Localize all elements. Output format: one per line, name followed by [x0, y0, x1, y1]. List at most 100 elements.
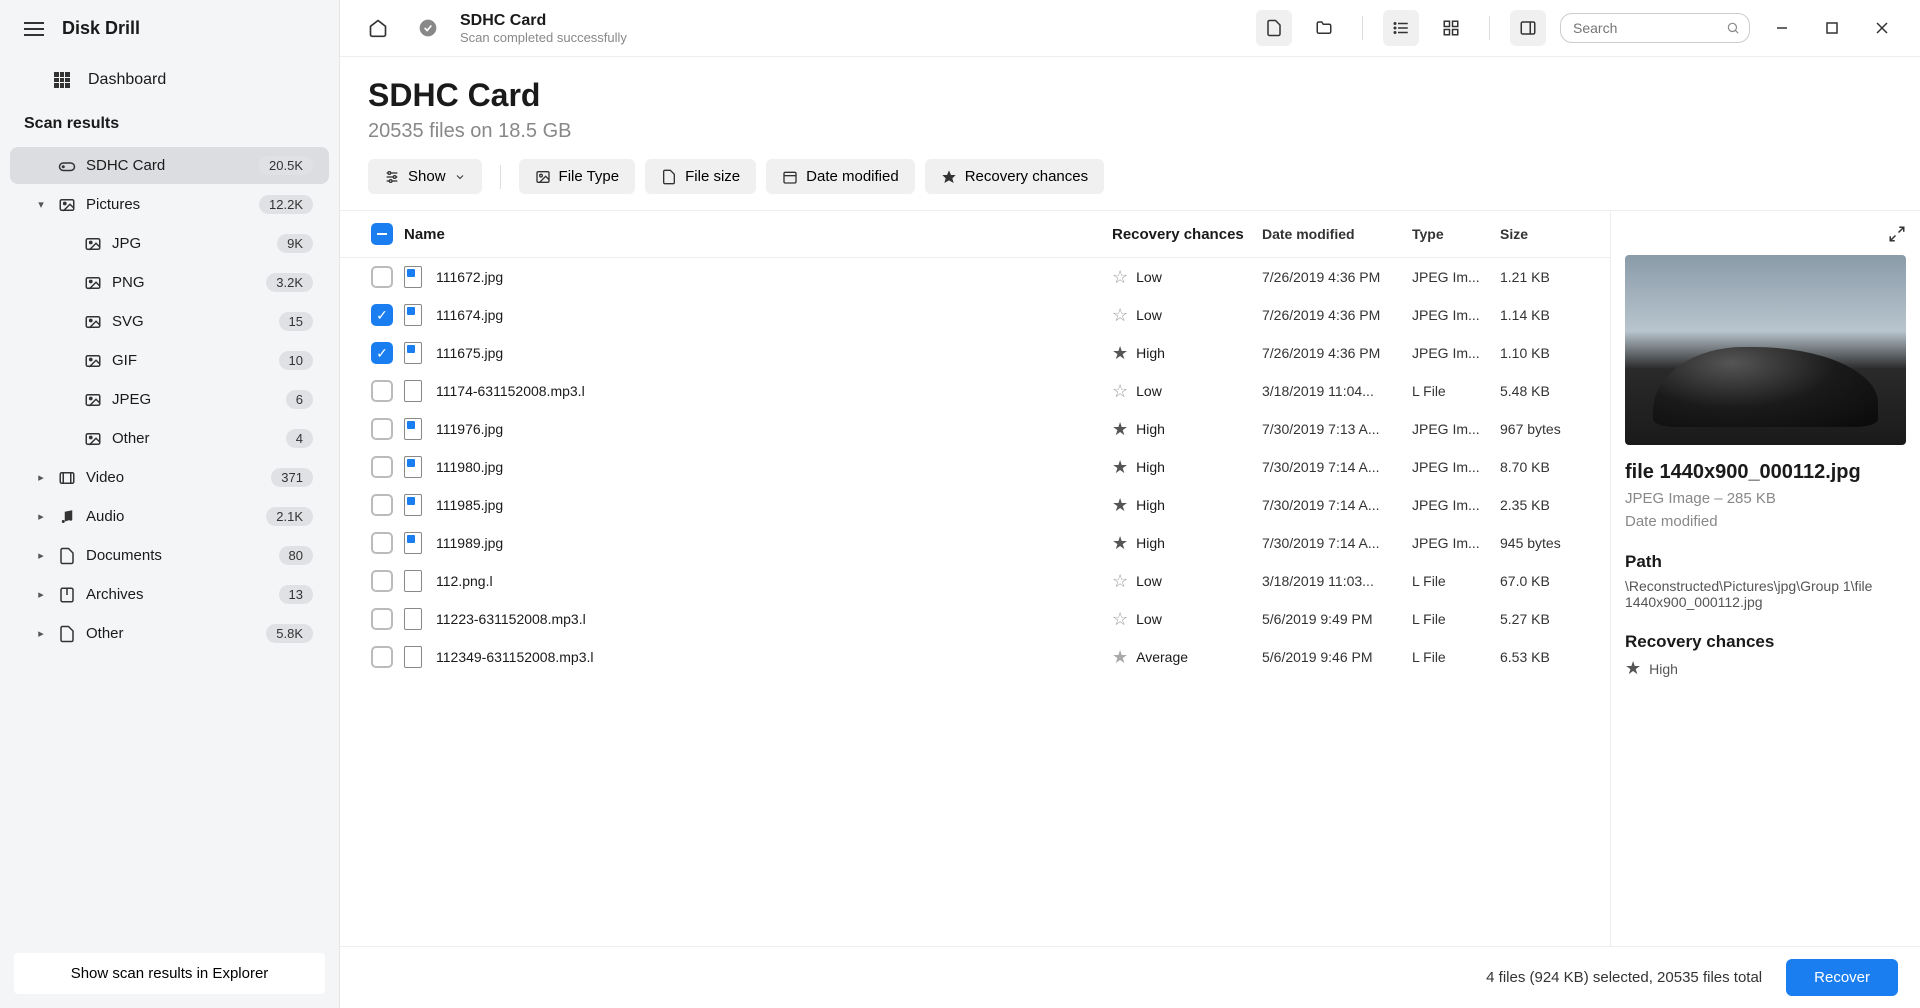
- folder-icon: [1315, 19, 1333, 37]
- sidebar-item-archives[interactable]: ▸Archives13: [10, 576, 329, 613]
- topbar-info: SDHC Card Scan completed successfully: [460, 12, 1242, 45]
- close-button[interactable]: [1864, 10, 1900, 46]
- recovery-text: Low: [1136, 611, 1162, 627]
- tree-label: Other: [112, 430, 276, 447]
- table-row[interactable]: 11174-631152008.mp3.l ☆Low 3/18/2019 11:…: [340, 372, 1610, 410]
- file-size: 1.21 KB: [1500, 269, 1590, 285]
- home-button[interactable]: [360, 10, 396, 46]
- view-folder-button[interactable]: [1306, 10, 1342, 46]
- file-type-filter-button[interactable]: File Type: [519, 159, 636, 194]
- sidebar-item-png[interactable]: PNG3.2K: [10, 264, 329, 301]
- panel-view-button[interactable]: [1510, 10, 1546, 46]
- row-checkbox[interactable]: [371, 608, 393, 630]
- row-checkbox[interactable]: ✓: [371, 304, 393, 326]
- row-checkbox[interactable]: [371, 646, 393, 668]
- minimize-button[interactable]: [1764, 10, 1800, 46]
- tree-label: Video: [86, 469, 261, 486]
- list-view-button[interactable]: [1383, 10, 1419, 46]
- sidebar-item-other[interactable]: ▸Other5.8K: [10, 615, 329, 652]
- file-type-icon: [404, 380, 422, 402]
- row-checkbox[interactable]: [371, 418, 393, 440]
- chevron-icon: ▸: [34, 510, 48, 523]
- menu-icon[interactable]: [24, 22, 44, 36]
- column-type[interactable]: Type: [1412, 226, 1500, 242]
- sidebar-item-audio[interactable]: ▸Audio2.1K: [10, 498, 329, 535]
- file-name: 11223-631152008.mp3.l: [436, 611, 586, 627]
- grid-view-button[interactable]: [1433, 10, 1469, 46]
- table-row[interactable]: 111980.jpg ★High 7/30/2019 7:14 A... JPE…: [340, 448, 1610, 486]
- file-date: 3/18/2019 11:03...: [1262, 573, 1412, 589]
- file-date: 5/6/2019 9:49 PM: [1262, 611, 1412, 627]
- list-icon: [1392, 19, 1410, 37]
- table-row[interactable]: 111989.jpg ★High 7/30/2019 7:14 A... JPE…: [340, 524, 1610, 562]
- file-size: 1.14 KB: [1500, 307, 1590, 323]
- file-date: 7/30/2019 7:14 A...: [1262, 497, 1412, 513]
- sidebar-item-gif[interactable]: GIF10: [10, 342, 329, 379]
- file-size: 945 bytes: [1500, 535, 1590, 551]
- row-checkbox[interactable]: [371, 532, 393, 554]
- file-size-filter-button[interactable]: File size: [645, 159, 756, 194]
- count-badge: 371: [271, 468, 313, 487]
- file-type-icon: [404, 646, 422, 668]
- file-type: JPEG Im...: [1412, 307, 1500, 323]
- row-checkbox[interactable]: [371, 570, 393, 592]
- file-type: L File: [1412, 649, 1500, 665]
- date-filter-button[interactable]: Date modified: [766, 159, 915, 194]
- recovery-filter-button[interactable]: Recovery chances: [925, 159, 1104, 194]
- recover-button[interactable]: Recover: [1786, 959, 1898, 996]
- tree-label: Archives: [86, 586, 269, 603]
- search-input[interactable]: [1560, 13, 1750, 43]
- page-title: SDHC Card: [368, 77, 1892, 114]
- table-row[interactable]: 111672.jpg ☆Low 7/26/2019 4:36 PM JPEG I…: [340, 258, 1610, 296]
- search-icon: [1726, 21, 1740, 35]
- select-all-checkbox[interactable]: [371, 223, 393, 245]
- count-badge: 3.2K: [266, 273, 313, 292]
- column-size[interactable]: Size: [1500, 226, 1590, 242]
- sidebar-item-video[interactable]: ▸Video371: [10, 459, 329, 496]
- file-size: 5.27 KB: [1500, 611, 1590, 627]
- column-date[interactable]: Date modified: [1262, 226, 1412, 242]
- maximize-button[interactable]: [1814, 10, 1850, 46]
- file-type-icon: [404, 456, 422, 478]
- chevron-icon: ▾: [34, 198, 48, 211]
- expand-preview-button[interactable]: [1888, 225, 1906, 243]
- star-filled-icon: ★: [1112, 495, 1128, 516]
- row-checkbox[interactable]: [371, 456, 393, 478]
- status-button[interactable]: [410, 10, 446, 46]
- count-badge: 80: [279, 546, 313, 565]
- tree-label: SDHC Card: [86, 157, 249, 174]
- sidebar-item-dashboard[interactable]: Dashboard: [0, 57, 339, 103]
- sidebar-item-documents[interactable]: ▸Documents80: [10, 537, 329, 574]
- sidebar-item-pictures[interactable]: ▾Pictures12.2K: [10, 186, 329, 223]
- star-outline-icon: ☆: [1112, 267, 1128, 288]
- sidebar-item-svg[interactable]: SVG15: [10, 303, 329, 340]
- table-row[interactable]: ✓ 111674.jpg ☆Low 7/26/2019 4:36 PM JPEG…: [340, 296, 1610, 334]
- file-type: JPEG Im...: [1412, 535, 1500, 551]
- sidebar-item-sdhc-card[interactable]: SDHC Card20.5K: [10, 147, 329, 184]
- image-icon: [58, 196, 76, 214]
- column-recovery[interactable]: Recovery chances: [1112, 226, 1262, 243]
- column-name[interactable]: Name: [404, 226, 1112, 243]
- sidebar-item-other[interactable]: Other4: [10, 420, 329, 457]
- row-checkbox[interactable]: [371, 494, 393, 516]
- row-checkbox[interactable]: [371, 380, 393, 402]
- image-icon: [84, 313, 102, 331]
- count-badge: 9K: [277, 234, 313, 253]
- table-row[interactable]: 11223-631152008.mp3.l ☆Low 5/6/2019 9:49…: [340, 600, 1610, 638]
- preview-filename: file 1440x900_000112.jpg: [1625, 461, 1906, 484]
- show-in-explorer-button[interactable]: Show scan results in Explorer: [14, 953, 325, 994]
- sidebar-item-jpg[interactable]: JPG9K: [10, 225, 329, 262]
- table-row[interactable]: ✓ 111675.jpg ★High 7/26/2019 4:36 PM JPE…: [340, 334, 1610, 372]
- view-files-button[interactable]: [1256, 10, 1292, 46]
- table-row[interactable]: 112.png.l ☆Low 3/18/2019 11:03... L File…: [340, 562, 1610, 600]
- separator: [500, 165, 501, 189]
- table-row[interactable]: 111985.jpg ★High 7/30/2019 7:14 A... JPE…: [340, 486, 1610, 524]
- sidebar-item-jpeg[interactable]: JPEG6: [10, 381, 329, 418]
- row-checkbox[interactable]: ✓: [371, 342, 393, 364]
- table-row[interactable]: 111976.jpg ★High 7/30/2019 7:13 A... JPE…: [340, 410, 1610, 448]
- show-filter-button[interactable]: Show: [368, 159, 482, 194]
- recovery-text: Low: [1136, 573, 1162, 589]
- table-row[interactable]: 112349-631152008.mp3.l ★Average 5/6/2019…: [340, 638, 1610, 676]
- row-checkbox[interactable]: [371, 266, 393, 288]
- file-name: 111989.jpg: [436, 535, 503, 551]
